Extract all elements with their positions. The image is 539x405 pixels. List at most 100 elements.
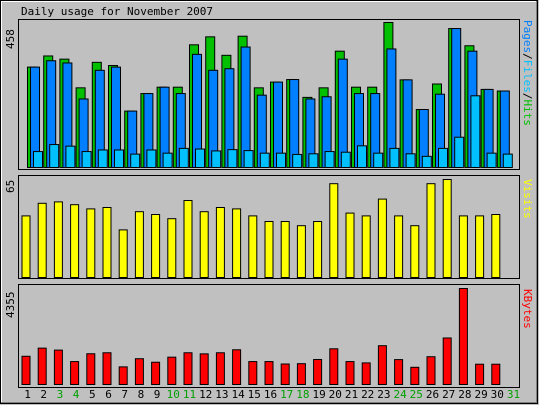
x-tick-label-15: 15	[248, 388, 261, 401]
kbytes-bar-day-18	[296, 363, 306, 385]
x-tick-label-23: 23	[377, 388, 390, 401]
kbytes-bar-day-28	[458, 288, 468, 385]
files-bar-day-25	[421, 155, 432, 169]
visits-bar-day-4	[70, 204, 80, 278]
kbytes-bar-day-9	[151, 361, 161, 385]
kbytes-bar-day-10	[167, 356, 177, 385]
legend-pages: Pages	[521, 20, 534, 53]
files-bar-day-7	[130, 153, 141, 169]
visits-bar-day-20	[329, 183, 339, 278]
kbytes-bar-day-1	[21, 355, 31, 385]
x-tick-label-1: 1	[24, 388, 31, 401]
kbytes-bar-day-27	[442, 337, 452, 385]
visits-bar-day-23	[377, 198, 387, 279]
visits-bar-day-7	[118, 229, 128, 278]
files-bar-day-29	[486, 152, 497, 169]
files-bar-day-9	[162, 152, 173, 169]
x-tick-label-3: 3	[57, 388, 64, 401]
files-bar-day-10	[178, 147, 189, 168]
ymax-label-visits: 65	[4, 180, 17, 193]
files-bar-day-5	[97, 149, 108, 169]
x-tick-label-7: 7	[121, 388, 128, 401]
x-tick-label-12: 12	[199, 388, 212, 401]
x-tick-label-19: 19	[312, 388, 325, 401]
usage-chart-svg: Daily usage for November 2007 45 8 Pages/…	[0, 0, 538, 404]
x-tick-label-30: 30	[491, 388, 504, 401]
x-tick-label-18: 18	[296, 388, 309, 401]
kbytes-bar-day-21	[345, 361, 355, 385]
legend-visits: Visits	[521, 179, 534, 219]
x-tick-label-29: 29	[474, 388, 487, 401]
kbytes-bar-day-19	[313, 358, 323, 385]
visits-bar-day-10	[167, 218, 177, 278]
visits-bar-day-24	[394, 215, 404, 278]
kbytes-bar-day-13	[215, 352, 225, 385]
files-bar-day-1	[33, 151, 43, 168]
visits-bar-day-9	[151, 214, 161, 278]
legend-pages-files-hits: Pages/Files/Hits	[521, 20, 534, 126]
files-bar-day-23	[389, 147, 400, 168]
files-bar-day-12	[211, 150, 222, 169]
x-tick-label-6: 6	[105, 388, 112, 401]
x-tick-label-31: 31	[507, 388, 520, 401]
x-tick-label-11: 11	[183, 388, 196, 401]
kbytes-bar-day-3	[53, 349, 63, 385]
visits-bar-day-6	[102, 207, 112, 278]
kbytes-bar-day-6	[102, 352, 112, 385]
x-tick-label-28: 28	[458, 388, 471, 401]
files-bar-day-20	[340, 151, 351, 168]
visits-bar-day-19	[313, 221, 323, 278]
kbytes-bar-day-30	[491, 363, 501, 385]
kbytes-bar-day-23	[377, 345, 387, 385]
kbytes-bar-day-11	[183, 352, 193, 385]
x-tick-label-10: 10	[167, 388, 180, 401]
visits-bar-day-18	[296, 225, 306, 278]
files-bar-day-8	[146, 149, 157, 169]
visits-bar-day-8	[134, 211, 144, 278]
visits-bar-day-14	[232, 208, 242, 278]
x-tick-label-14: 14	[231, 388, 245, 401]
files-bar-day-6	[114, 149, 124, 169]
x-tick-label-5: 5	[89, 388, 96, 401]
kbytes-bar-day-25	[410, 366, 420, 385]
legend-kbytes: KBytes	[521, 289, 534, 329]
visits-bar-day-11	[183, 200, 193, 278]
visits-bar-day-12	[199, 211, 209, 278]
files-bar-day-11	[195, 148, 205, 168]
files-bar-day-13	[227, 149, 238, 168]
files-bar-day-26	[438, 147, 448, 168]
chart-title: Daily usage for November 2007	[21, 5, 213, 18]
x-tick-label-25: 25	[410, 388, 423, 401]
kbytes-bar-day-8	[134, 358, 144, 385]
x-tick-label-4: 4	[73, 388, 80, 401]
x-tick-label-21: 21	[345, 388, 358, 401]
files-bar-day-16	[276, 152, 286, 169]
legend-hits: Hits	[521, 100, 534, 127]
files-bar-day-28	[470, 95, 481, 168]
files-bar-day-3	[65, 145, 76, 168]
x-tick-label-26: 26	[426, 388, 439, 401]
kbytes-bar-day-12	[199, 353, 209, 385]
kbytes-bar-day-15	[248, 361, 258, 385]
files-bar-day-30	[502, 153, 513, 169]
ymax-label-kbytes: 4355	[4, 292, 17, 319]
visits-bar-day-26	[426, 183, 436, 278]
visits-bar-day-29	[475, 215, 485, 278]
visits-bar-day-2	[37, 202, 47, 278]
x-tick-label-16: 16	[264, 388, 277, 401]
kbytes-bar-day-7	[118, 366, 128, 386]
files-bar-day-27	[454, 136, 465, 169]
visits-bar-day-25	[410, 225, 420, 278]
x-axis-labels: 1 2 3 4 5 6 7 8 9 10 11 12 13 14 15 16 17 18 19 20 21 22 23 24 2…	[24, 388, 520, 401]
files-bar-day-21	[357, 145, 367, 168]
legend-files: Files	[521, 60, 534, 93]
visits-bar-day-17	[280, 221, 290, 278]
usage-chart: Daily usage for November 2007 45 8 Pages/…	[0, 0, 539, 405]
pages-bar-day-20	[337, 58, 348, 168]
kbytes-bar-day-22	[361, 362, 371, 386]
kbytes-bar-day-29	[475, 363, 485, 385]
files-bar-day-4	[81, 151, 92, 168]
x-tick-label-8: 8	[138, 388, 145, 401]
files-bar-day-2	[49, 144, 60, 169]
x-tick-label-22: 22	[361, 388, 374, 401]
